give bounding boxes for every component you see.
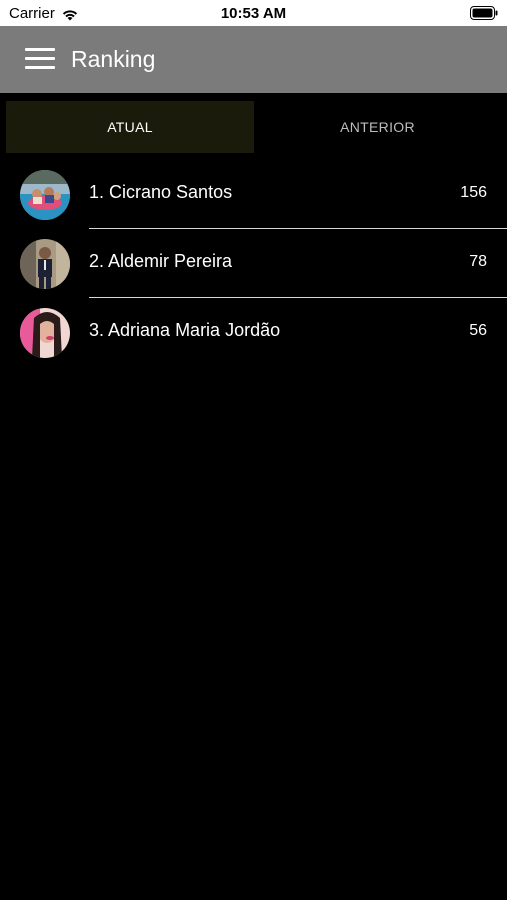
status-bar: Carrier 10:53 AM <box>0 0 507 26</box>
ranking-score: 56 <box>469 322 487 339</box>
status-time: 10:53 AM <box>220 5 287 22</box>
list-item[interactable]: 2. Aldemir Pereira 78 <box>0 229 507 298</box>
ranking-score: 78 <box>469 253 487 270</box>
tab-anterior[interactable]: ANTERIOR <box>254 101 501 153</box>
battery-icon <box>470 6 498 20</box>
ranking-name: 3. Adriana Maria Jordão <box>89 320 281 340</box>
avatar <box>20 170 70 220</box>
avatar <box>20 239 70 289</box>
menu-icon[interactable] <box>25 48 55 70</box>
list-item[interactable]: 1. Cicrano Santos 156 <box>0 160 507 229</box>
app-bar: Ranking <box>0 26 507 93</box>
ranking-list: 1. Cicrano Santos 156 2. Aldemir Pereira… <box>0 160 507 367</box>
ranking-name: 2. Aldemir Pereira <box>89 251 233 271</box>
list-item[interactable]: 3. Adriana Maria Jordão 56 <box>0 298 507 367</box>
ranking-name: 1. Cicrano Santos <box>89 182 233 202</box>
ranking-score: 156 <box>460 184 487 201</box>
page-title: Ranking <box>71 46 156 72</box>
tab-atual[interactable]: ATUAL <box>6 101 254 153</box>
avatar <box>20 308 70 358</box>
tab-bar: ATUAL ANTERIOR <box>0 93 507 160</box>
